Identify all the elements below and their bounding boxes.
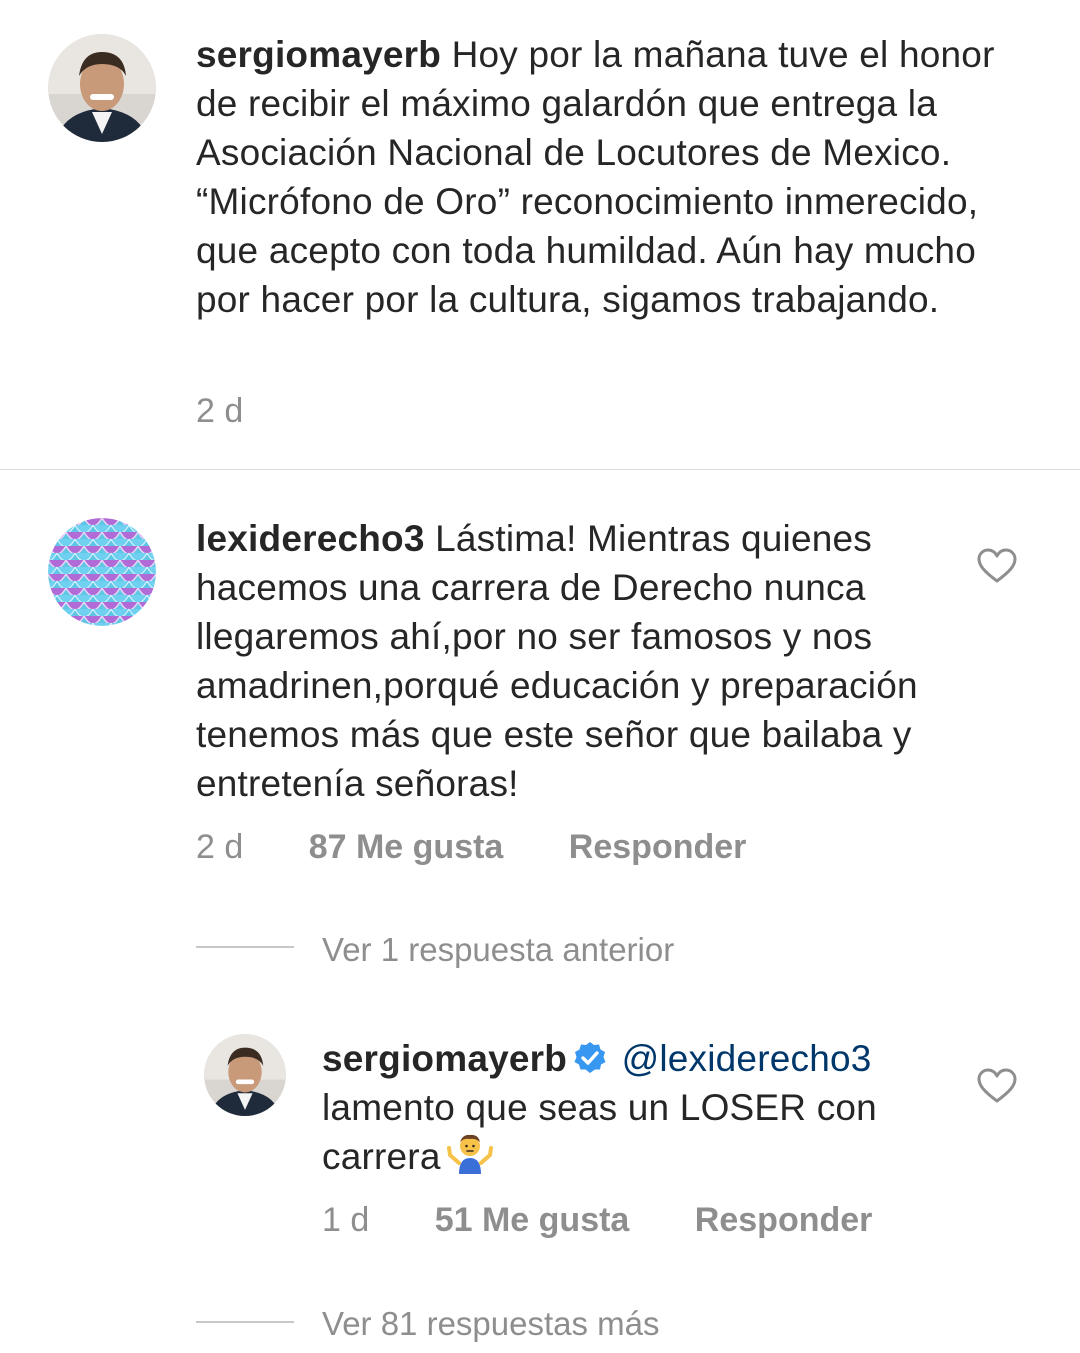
view-more-replies-button[interactable]: Ver 81 respuestas más [322, 1305, 660, 1343]
reply-author-avatar[interactable] [204, 1034, 286, 1116]
reply-mention-link[interactable]: @lexiderecho3 [622, 1038, 872, 1079]
post-timestamp: 2 d [196, 392, 244, 430]
reply-author-username[interactable]: sergiomayerb [322, 1038, 567, 1079]
commenter-username[interactable]: lexiderecho3 [196, 518, 425, 559]
reply-body: sergiomayerb @lexiderecho3 lamento que s… [322, 1034, 942, 1181]
comment-timestamp: 2 d [196, 828, 244, 866]
reply-actions: 1 d 51 Me gusta Responder [322, 1201, 872, 1240]
comment-likes-link[interactable]: 87 Me gusta [309, 828, 504, 866]
like-comment-heart-icon[interactable] [977, 548, 1017, 584]
view-previous-replies-button[interactable]: Ver 1 respuesta anterior [322, 931, 674, 969]
reply-timestamp: 1 d [322, 1201, 370, 1239]
reply-likes-link[interactable]: 51 Me gusta [435, 1201, 630, 1239]
like-reply-heart-icon[interactable] [977, 1068, 1017, 1104]
divider [0, 469, 1080, 470]
post-author-username[interactable]: sergiomayerb [196, 34, 441, 75]
comment-actions: 2 d 87 Me gusta Responder [196, 828, 746, 867]
verified-badge-icon [573, 1038, 607, 1073]
post-author-avatar[interactable] [48, 34, 156, 142]
reply-text: lamento que seas un LOSER con carrera [322, 1087, 877, 1177]
post-caption: sergiomayerb Hoy por la mañana tuve el h… [196, 30, 996, 324]
comment-text: Lástima! Mientras quienes hacemos una ca… [196, 518, 918, 804]
replies-divider-line [196, 946, 294, 948]
more-replies-divider-line [196, 1321, 294, 1323]
person-shrugging-icon [446, 1133, 493, 1175]
caption-text: Hoy por la mañana tuve el honor de recib… [196, 34, 995, 320]
reply-reply-button[interactable]: Responder [695, 1201, 873, 1239]
comment-body: lexiderecho3 Lástima! Mientras quienes h… [196, 514, 956, 808]
comment-reply-button[interactable]: Responder [569, 828, 747, 866]
commenter-avatar[interactable] [48, 518, 156, 626]
